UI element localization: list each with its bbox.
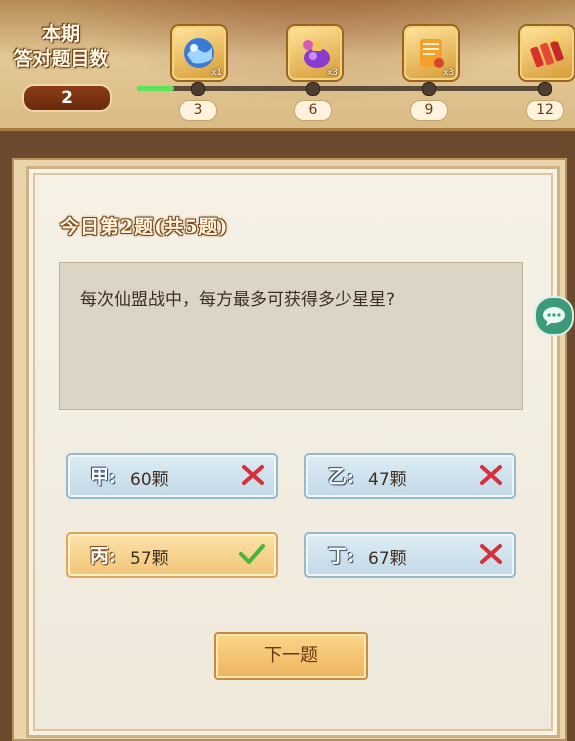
correct-count-badge: 2 bbox=[22, 84, 112, 112]
reward-count: x3 bbox=[442, 68, 454, 78]
milestone-label: 9 bbox=[410, 100, 448, 121]
milestone-tick-6 bbox=[306, 82, 320, 96]
round-title: 本期 答对题目数 bbox=[6, 22, 116, 72]
question-box: 每次仙盟战中，每方最多可获得多少星星? bbox=[59, 262, 523, 410]
milestone-tick-12 bbox=[538, 82, 552, 96]
chat-bubble-icon bbox=[543, 307, 565, 326]
red-cross-icon bbox=[480, 465, 502, 485]
option-text: 47颗 bbox=[368, 470, 407, 490]
wave-orb-icon bbox=[184, 38, 214, 68]
golden-scroll-icon bbox=[420, 39, 444, 68]
question-header: 今日第2题(共5题) bbox=[60, 216, 229, 238]
option-text: 60颗 bbox=[130, 470, 169, 490]
reward-chest-3[interactable]: x1 bbox=[172, 26, 226, 80]
milestone-label: 12 bbox=[526, 100, 564, 121]
option-letter: 丙: bbox=[90, 545, 117, 567]
option-text: 67颗 bbox=[368, 549, 407, 569]
option-text: 57颗 bbox=[130, 549, 169, 569]
chat-button[interactable] bbox=[534, 296, 574, 336]
firecracker-icon bbox=[530, 36, 564, 68]
next-question-button[interactable]: 下一题 bbox=[214, 632, 368, 680]
red-cross-icon bbox=[480, 544, 502, 564]
round-title-line2: 答对题目数 bbox=[13, 48, 109, 70]
progress-fill bbox=[137, 86, 175, 91]
option-b[interactable]: 乙: 47颗 bbox=[304, 453, 516, 499]
milestone-label: 3 bbox=[179, 100, 217, 121]
option-letter: 丁: bbox=[328, 545, 355, 567]
milestone-tick-9 bbox=[422, 82, 436, 96]
green-check-icon bbox=[239, 544, 265, 564]
reward-count: x3 bbox=[326, 68, 338, 78]
reward-count: x1 bbox=[210, 68, 222, 78]
option-d[interactable]: 丁: 67颗 bbox=[304, 532, 516, 578]
reward-chest-12[interactable] bbox=[520, 26, 574, 80]
option-a[interactable]: 甲: 60颗 bbox=[66, 453, 278, 499]
milestone-tick-3 bbox=[191, 82, 205, 96]
red-cross-icon bbox=[242, 465, 264, 485]
reward-chest-9[interactable]: x3 bbox=[404, 26, 458, 80]
option-c[interactable]: 丙: 57颗 bbox=[66, 532, 278, 578]
option-letter: 乙: bbox=[328, 466, 355, 488]
reward-chest-6[interactable]: x3 bbox=[288, 26, 342, 80]
milestone-label: 6 bbox=[294, 100, 332, 121]
question-text: 每次仙盟战中，每方最多可获得多少星星? bbox=[80, 290, 396, 310]
option-letter: 甲: bbox=[90, 466, 117, 488]
round-title-line1: 本期 bbox=[41, 23, 80, 45]
purple-potion-icon bbox=[303, 40, 330, 68]
